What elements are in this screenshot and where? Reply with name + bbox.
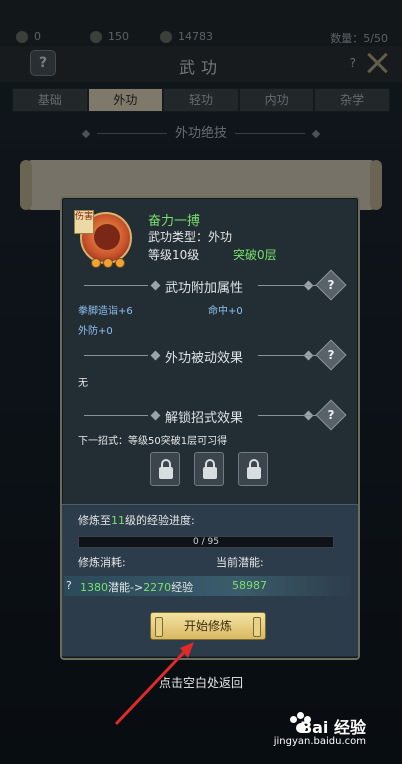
cost-value: 1380潜能->2270经验 xyxy=(80,581,194,594)
passive-divider: 外功被动效果 ? xyxy=(78,339,347,371)
cost-label: 修炼消耗: xyxy=(78,556,126,569)
progress-label: 修炼至11级的经验进度: xyxy=(78,514,195,527)
cost-help-icon[interactable]: ? xyxy=(66,579,78,593)
start-training-button[interactable]: 开始修炼 xyxy=(150,612,266,640)
red-arrow-annotation xyxy=(114,642,194,726)
skill-level: 等级10级 xyxy=(148,248,200,262)
attr-fist: 拳脚造诣+6 xyxy=(78,306,133,317)
cost-row: ? 1380潜能->2270经验 58987 xyxy=(64,576,354,596)
unlock-divider: 解锁招式效果 ? xyxy=(78,399,347,431)
exp-progress-bar: 0 / 95 xyxy=(78,536,334,548)
skill-type: 武功类型：外功 xyxy=(148,230,233,244)
return-hint[interactable]: 点击空白处返回 xyxy=(0,674,402,691)
passive-value: 无 xyxy=(78,378,88,389)
watermark-url: jingyan.baidu.com xyxy=(273,736,366,747)
skill-detail-popup: 伤害 奋力一搏 武功类型：外功 等级10级 突破0层 武功附加属性 ? 拳脚造诣… xyxy=(60,196,360,660)
unlock-title: 解锁招式效果 xyxy=(164,411,243,426)
next-move: 下一招式：等级50突破1层可习得 xyxy=(78,436,228,447)
locked-moves xyxy=(150,452,268,486)
attr-defense: 外防+0 xyxy=(78,326,113,337)
skill-name: 奋力一搏 xyxy=(148,214,201,229)
lock-icon[interactable] xyxy=(238,452,268,486)
exp-progress-text: 0 / 95 xyxy=(193,537,219,547)
passive-title: 外功被动效果 xyxy=(164,351,243,366)
attr-title: 武功附加属性 xyxy=(164,281,243,296)
watermark-brand: Bai 经验 xyxy=(299,718,366,737)
attr-divider: 武功附加属性 ? xyxy=(78,269,347,301)
fist-icon xyxy=(94,224,120,250)
attr-hit: 命中+0 xyxy=(208,306,243,317)
lock-icon[interactable] xyxy=(150,452,180,486)
lock-icon[interactable] xyxy=(194,452,224,486)
skill-breakthrough: 突破0层 xyxy=(233,248,277,262)
damage-tag: 伤害 xyxy=(74,210,94,234)
bead-icons xyxy=(91,258,125,268)
current-potential: 58987 xyxy=(232,579,267,592)
potential-label: 当前潜能: xyxy=(216,556,264,569)
